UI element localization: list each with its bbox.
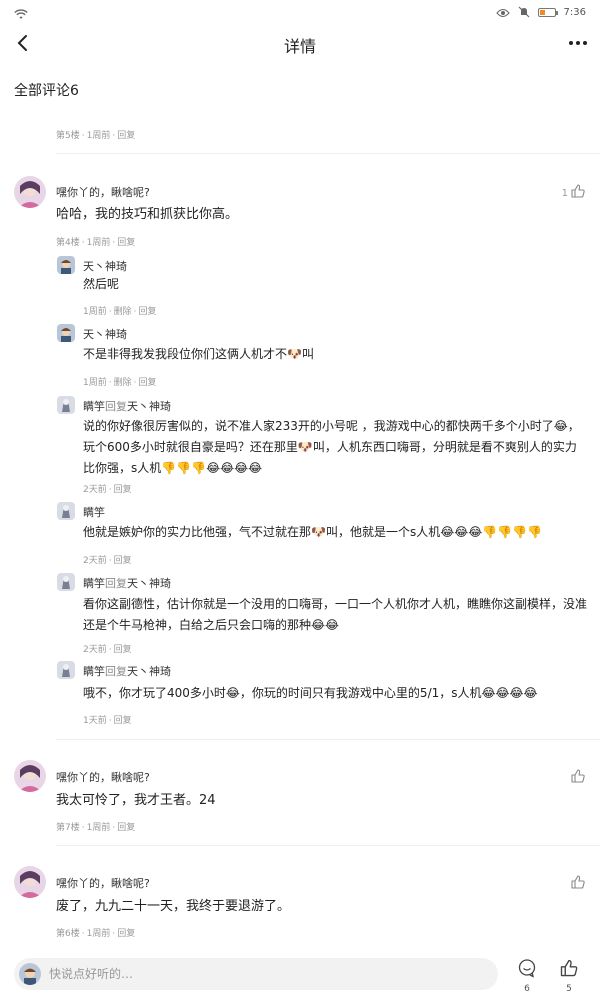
comment-meta: 第7楼 · 1周前 · 回复: [56, 823, 136, 833]
like-count: 5: [566, 984, 572, 994]
like-button[interactable]: [570, 768, 586, 788]
avatar[interactable]: [57, 502, 75, 520]
avatar-icon: [19, 963, 41, 985]
comments-header: 全部评论6: [14, 83, 79, 99]
replier-name[interactable]: 瞒竽回复天丶神琦: [83, 663, 171, 679]
reply-text: 说的你好像很厉害似的，说不准人家233开的小号呢 ，我游戏中心的都快两千多个小时…: [83, 419, 580, 475]
reply-meta: 2天前 · 回复: [83, 556, 132, 566]
divider: [56, 739, 600, 740]
comment-text: 我太可怜了，我才王者。24: [56, 793, 216, 808]
battery-icon: [537, 8, 558, 17]
like-post-button[interactable]: 5: [559, 958, 579, 994]
avatar[interactable]: [14, 866, 46, 898]
reply-link[interactable]: 回复: [139, 378, 157, 388]
reply-link[interactable]: 回复: [114, 485, 132, 495]
divider: [56, 845, 600, 846]
reply-link[interactable]: 回复: [114, 645, 132, 655]
commenter-name[interactable]: 嘿你丫的，瞅啥呢?: [56, 875, 150, 891]
status-time: 7:36: [563, 7, 586, 18]
thumbs-up-icon: [570, 768, 586, 788]
avatar[interactable]: [57, 324, 75, 342]
thumbs-up-icon: [559, 958, 579, 982]
like-count: 1: [561, 187, 568, 199]
avatar[interactable]: [14, 760, 46, 792]
reply-meta: 1周前 · 删除 · 回复: [83, 378, 157, 388]
bottom-bar: 6 5: [0, 948, 600, 1000]
replier-name[interactable]: 天丶神琦: [83, 326, 127, 342]
reply-text: 看你这副德性，估计你就是一个没用的口嗨哥，一口一个人机你才人机，瞧瞧你这副模样，…: [83, 597, 588, 632]
comment-meta: 第6楼 · 1周前 · 回复: [56, 929, 136, 939]
comment-meta: 第5楼 · 1周前 · 回复: [56, 131, 136, 141]
status-bar: 7:36: [0, 0, 600, 24]
thumbs-up-icon: [570, 183, 586, 203]
wifi-icon: [14, 5, 28, 24]
reply-link[interactable]: 回复: [139, 307, 157, 317]
reply-link[interactable]: 回复: [117, 131, 135, 141]
top-bar: 详情: [0, 24, 600, 64]
eye-icon: [495, 3, 510, 22]
delete-link[interactable]: 删除: [114, 307, 132, 317]
reply-text: 哦不，你才玩了400多小时😂，你玩的时间只有我游戏中心里的5/1，s人机😂😂😂😂: [83, 686, 538, 700]
avatar[interactable]: [14, 176, 46, 208]
comment-text: 哈哈，我的技巧和抓获比你高。: [56, 207, 239, 222]
reply-link[interactable]: 回复: [117, 929, 135, 939]
replier-name[interactable]: 天丶神琦: [83, 258, 127, 274]
more-icon[interactable]: [566, 32, 590, 54]
comment-input[interactable]: [49, 967, 449, 981]
avatar[interactable]: [57, 573, 75, 591]
delete-link[interactable]: 删除: [114, 378, 132, 388]
reply-meta: 2天前 · 回复: [83, 485, 132, 495]
divider: [56, 153, 600, 154]
replier-name[interactable]: 瞒竽: [83, 504, 105, 520]
thumbs-up-icon: [570, 874, 586, 894]
comment-meta: 第4楼 · 1周前 · 回复: [56, 238, 136, 248]
avatar[interactable]: [57, 256, 75, 274]
avatar[interactable]: [57, 661, 75, 679]
reply-text: 他就是嫉妒你的实力比他强，气不过就在那🐶叫，他就是一个s人机😂😂😂👎👎👎👎: [83, 525, 543, 539]
like-button[interactable]: [570, 874, 586, 894]
reply-link[interactable]: 回复: [114, 716, 132, 726]
reply-meta: 1天前 · 回复: [83, 716, 132, 726]
replier-name[interactable]: 瞒竽回复天丶神琦: [83, 575, 171, 591]
reply-link[interactable]: 回复: [114, 556, 132, 566]
page-title: 详情: [283, 37, 316, 56]
comment-text: 废了，九九二十一天，我终于要退游了。: [56, 899, 291, 914]
comment-button[interactable]: 6: [517, 958, 537, 994]
reply-link[interactable]: 回复: [117, 238, 135, 248]
reply-text: 然后呢: [83, 277, 120, 291]
comment-bubble-icon: [517, 958, 537, 982]
commenter-name[interactable]: 嘿你丫的，瞅啥呢?: [56, 769, 150, 785]
mute-icon: [518, 3, 530, 22]
comment-input-box[interactable]: [14, 958, 498, 990]
reply-link[interactable]: 回复: [117, 823, 135, 833]
reply-text: 不是非得我发我段位你们这俩人机才不🐶叫: [83, 347, 314, 361]
comment-count: 6: [524, 984, 530, 994]
reply-meta: 1周前 · 删除 · 回复: [83, 307, 157, 317]
avatar[interactable]: [57, 396, 75, 414]
like-button[interactable]: 1: [562, 183, 586, 203]
reply-meta: 2天前 · 回复: [83, 645, 132, 655]
replier-name[interactable]: 瞒竽回复天丶神琦: [83, 398, 171, 414]
commenter-name[interactable]: 嘿你丫的，瞅啥呢?: [56, 184, 150, 200]
